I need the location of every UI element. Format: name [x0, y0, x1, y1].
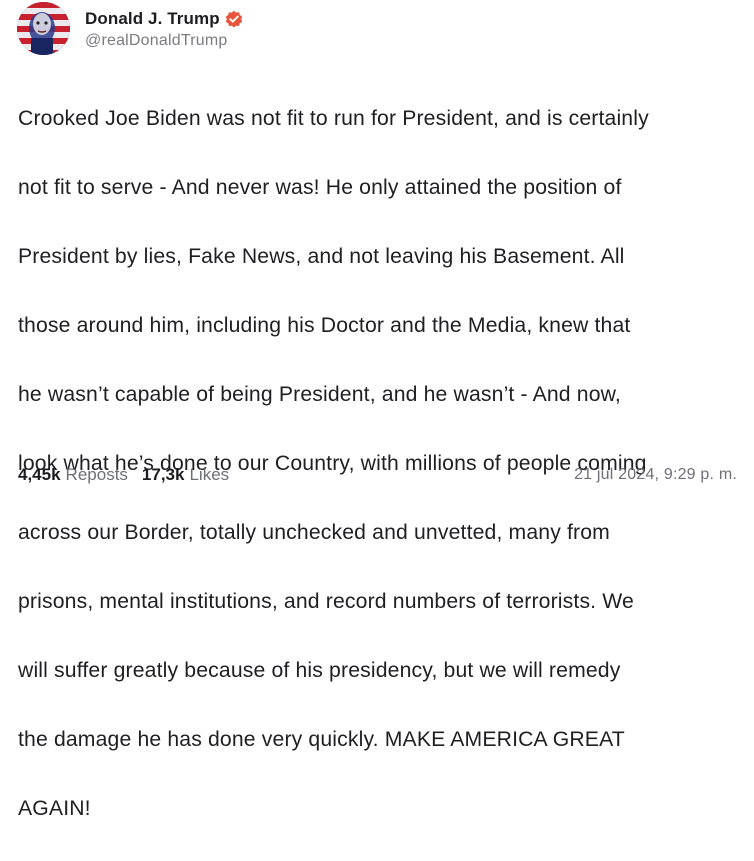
post-line: will suffer greatly because of his presi…: [18, 658, 621, 682]
post-line: not fit to serve - And never was! He onl…: [18, 175, 622, 199]
post-footer: 4,45k Reposts 17,3k Likes 21 jul 2024, 9…: [18, 462, 737, 488]
post-line: across our Border, totally unchecked and…: [18, 520, 610, 544]
reposts-count: 4,45k: [18, 465, 61, 484]
author-handle[interactable]: @realDonaldTrump: [85, 32, 243, 50]
author-display-name[interactable]: Donald J. Trump: [85, 9, 220, 29]
post-header: Donald J. Trump @realDonaldTrump: [17, 2, 243, 55]
likes-stat[interactable]: 17,3k Likes: [142, 465, 229, 485]
name-row: Donald J. Trump: [85, 7, 243, 31]
author-info: Donald J. Trump @realDonaldTrump: [85, 7, 243, 50]
post-stats: 4,45k Reposts 17,3k Likes: [18, 465, 229, 485]
avatar-image: [17, 2, 70, 55]
avatar[interactable]: [17, 2, 70, 55]
reposts-label: Reposts: [65, 465, 128, 484]
post-line: prisons, mental institutions, and record…: [18, 589, 634, 613]
reposts-stat[interactable]: 4,45k Reposts: [18, 465, 128, 485]
post-line: Crooked Joe Biden was not fit to run for…: [18, 106, 649, 130]
post-line: those around him, including his Doctor a…: [18, 313, 631, 337]
post-line: he wasn’t capable of being President, an…: [18, 382, 621, 406]
likes-count: 17,3k: [141, 465, 185, 484]
verified-badge-icon: [225, 10, 243, 28]
post-line: President by lies, Fake News, and not le…: [18, 244, 625, 268]
post-card: Donald J. Trump @realDonaldTrump Crooked…: [0, 0, 754, 820]
post-timestamp[interactable]: 21 jul 2024, 9:29 p. m.: [574, 466, 737, 484]
post-line: the damage he has done very quickly. MAK…: [18, 727, 625, 751]
post-line: AGAIN!: [18, 796, 91, 820]
likes-label: Likes: [189, 465, 230, 484]
